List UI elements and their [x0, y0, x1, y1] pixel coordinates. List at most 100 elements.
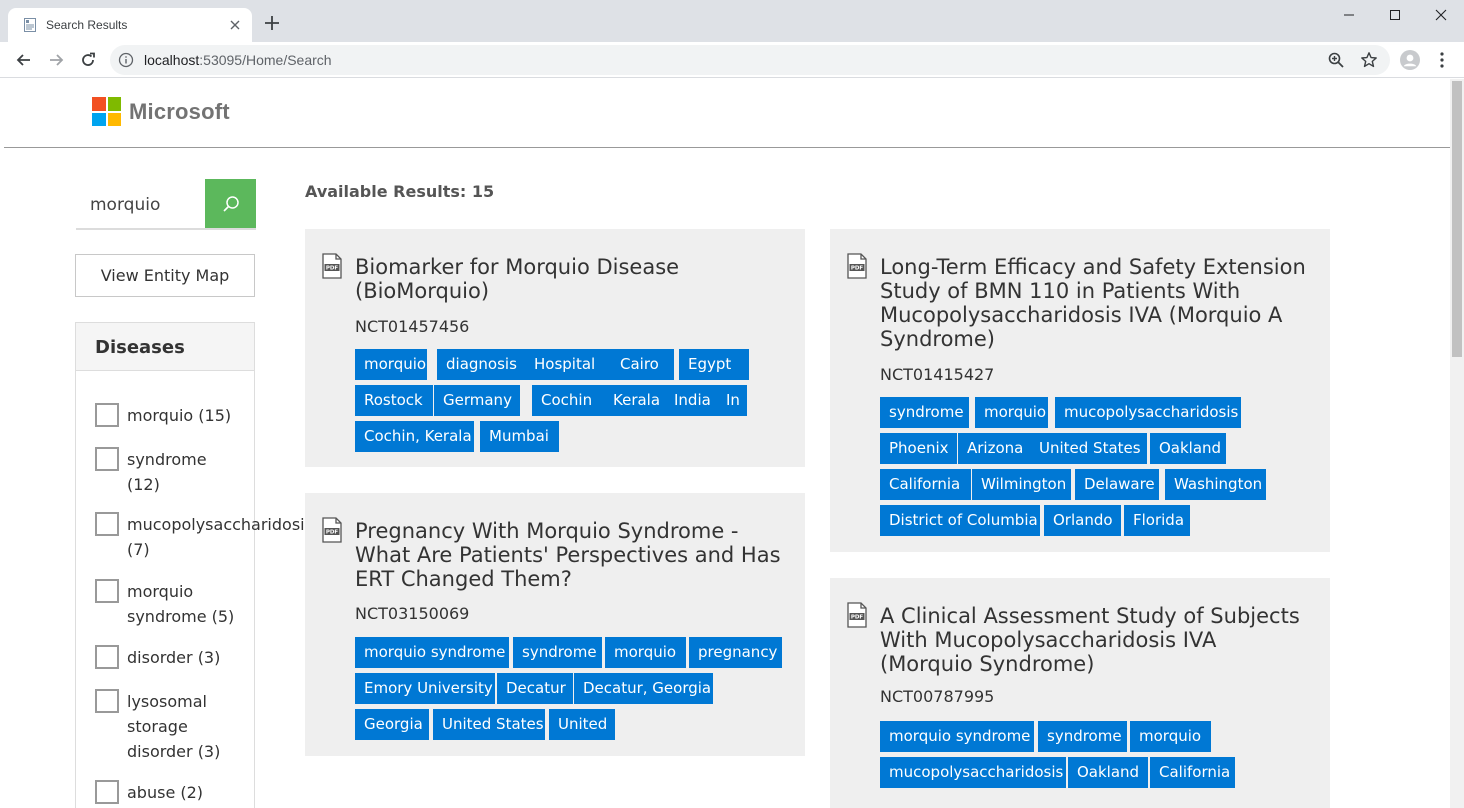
scrollbar-thumb[interactable] — [1452, 81, 1462, 357]
entity-tag[interactable]: Germany — [434, 385, 520, 416]
entity-tag[interactable]: India — [665, 385, 723, 416]
back-button[interactable] — [14, 50, 34, 70]
entity-tag[interactable]: United States — [1030, 433, 1147, 464]
entity-tag[interactable]: Oakland — [1150, 433, 1226, 464]
pdf-icon[interactable]: PDF — [321, 517, 343, 543]
new-tab-icon[interactable] — [262, 13, 282, 33]
bookmark-star-icon[interactable] — [1360, 51, 1378, 69]
entity-tag[interactable]: morquio — [1130, 721, 1211, 752]
entity-tag[interactable]: Cochin — [532, 385, 612, 416]
entity-tag[interactable]: morquio syndrome — [880, 721, 1034, 752]
entity-tag[interactable]: United — [549, 709, 615, 740]
pdf-icon[interactable]: PDF — [846, 253, 868, 279]
microsoft-logo[interactable]: Microsoft — [92, 97, 230, 126]
entity-tag[interactable]: United States — [433, 709, 545, 740]
entity-tag[interactable]: Emory University — [355, 673, 495, 704]
facet-label: morquio (15) — [127, 406, 232, 425]
facet-item[interactable]: morquio (15) — [95, 403, 231, 428]
facet-checkbox[interactable] — [95, 512, 119, 536]
entity-tag[interactable]: In — [717, 385, 747, 416]
facet-item[interactable]: abuse (2) — [95, 780, 203, 805]
entity-tag[interactable]: Decatur, Georgia — [574, 673, 713, 704]
site-info-icon[interactable] — [118, 52, 134, 68]
minimize-button[interactable] — [1326, 0, 1372, 30]
search-button[interactable] — [205, 179, 256, 228]
entity-tag[interactable]: Orlando — [1044, 505, 1121, 536]
facet-item[interactable]: disorder (3) — [95, 645, 220, 670]
entity-tag[interactable]: Decatur — [497, 673, 573, 704]
page-icon — [24, 18, 36, 32]
pdf-icon[interactable]: PDF — [321, 253, 343, 279]
entity-tag[interactable]: pregnancy — [689, 637, 782, 668]
entity-tag[interactable]: Hospital — [525, 349, 618, 380]
facet-item[interactable]: syndrome (12) — [95, 447, 207, 497]
entity-tag[interactable]: mucopolysaccharidosis — [1055, 397, 1241, 428]
entity-tag[interactable]: Phoenix — [880, 433, 957, 464]
entity-tag[interactable]: Cairo — [611, 349, 674, 380]
entity-tag[interactable]: diagnosis — [437, 349, 527, 380]
diseases-facet-panel: Diseases morquio (15) syndrome (12) mucopo… — [75, 322, 313, 808]
entity-tag[interactable]: California — [1150, 757, 1235, 788]
facet-checkbox[interactable] — [95, 645, 119, 669]
entity-tag[interactable]: Cochin, Kerala — [355, 421, 474, 452]
forward-button[interactable] — [46, 50, 66, 70]
profile-avatar-icon[interactable] — [1400, 50, 1420, 70]
facet-checkbox[interactable] — [95, 579, 119, 603]
facet-checkbox[interactable] — [95, 689, 119, 713]
facet-label: mucopolysaccharidosis (7) — [127, 515, 313, 559]
result-card: PDF Biomarker for Morquio Disease (BioMor… — [305, 229, 805, 467]
entity-tag[interactable]: morquio — [605, 637, 686, 668]
svg-text:PDF: PDF — [326, 530, 339, 536]
entity-tag[interactable]: mucopolysaccharidosis — [880, 757, 1066, 788]
browser-menu-icon[interactable] — [1432, 50, 1452, 70]
entity-tag[interactable]: Egypt — [679, 349, 749, 380]
search-input[interactable] — [76, 179, 205, 230]
entity-tag[interactable]: Wilmington — [972, 469, 1071, 500]
result-title-link[interactable]: Long-Term Efficacy and Safety Extension … — [880, 255, 1310, 351]
zoom-icon[interactable] — [1327, 51, 1345, 69]
entity-tag[interactable]: Florida — [1124, 505, 1190, 536]
entity-tag[interactable]: morquio syndrome — [355, 637, 509, 668]
minimize-icon — [1344, 14, 1354, 16]
entity-tag[interactable]: Mumbai — [480, 421, 559, 452]
entity-tag[interactable]: syndrome — [1038, 721, 1127, 752]
site-header: Microsoft — [4, 79, 1450, 148]
result-title-link[interactable]: A Clinical Assessment Study of Subjects … — [880, 604, 1310, 676]
pdf-icon[interactable]: PDF — [846, 602, 868, 628]
entity-tag[interactable]: syndrome — [513, 637, 602, 668]
reload-button[interactable] — [78, 50, 98, 70]
result-trial-id: NCT01415427 — [880, 365, 995, 384]
result-title-link[interactable]: Pregnancy With Morquio Syndrome - What A… — [355, 519, 785, 591]
facet-checkbox[interactable] — [95, 780, 119, 804]
browser-toolbar: localhost:53095/Home/Search — [0, 42, 1464, 78]
entity-tag[interactable]: District of Columbia — [880, 505, 1040, 536]
entity-tag[interactable]: Washington — [1165, 469, 1266, 500]
result-card: PDF A Clinical Assessment Study of Subjec… — [830, 578, 1330, 808]
entity-tag[interactable]: Arizona — [958, 433, 1030, 464]
close-window-button[interactable] — [1418, 0, 1464, 30]
entity-tag[interactable]: Rostock — [355, 385, 433, 416]
facet-label: abuse (2) — [127, 783, 204, 802]
entity-tag[interactable]: California — [880, 469, 971, 500]
entity-tag[interactable]: syndrome — [880, 397, 969, 428]
address-bar[interactable]: localhost:53095/Home/Search — [110, 45, 1390, 75]
entity-tag[interactable]: Delaware — [1075, 469, 1159, 500]
entity-tag[interactable]: morquio — [355, 349, 427, 380]
facet-checkbox[interactable] — [95, 447, 119, 471]
entity-tag[interactable]: Kerala — [604, 385, 669, 416]
brand-name: Microsoft — [129, 98, 230, 124]
entity-tag[interactable]: Oakland — [1068, 757, 1148, 788]
browser-tab[interactable]: Search Results — [8, 8, 252, 42]
facet-item[interactable]: lysosomal storage disorder (3) — [95, 689, 220, 764]
entity-tag[interactable]: Georgia — [355, 709, 429, 740]
page-viewport: Microsoft View Entity Map Diseases morqu… — [0, 79, 1464, 808]
page-scrollbar[interactable] — [1450, 79, 1464, 808]
result-title-link[interactable]: Biomarker for Morquio Disease (BioMorqui… — [355, 255, 785, 303]
facet-item[interactable]: mucopolysaccharidosis (7) — [95, 512, 313, 562]
view-entity-map-button[interactable]: View Entity Map — [75, 254, 255, 297]
close-tab-icon[interactable] — [226, 16, 244, 34]
maximize-button[interactable] — [1372, 0, 1418, 30]
facet-item[interactable]: morquio syndrome (5) — [95, 579, 234, 629]
facet-checkbox[interactable] — [95, 403, 119, 427]
entity-tag[interactable]: morquio — [975, 397, 1048, 428]
